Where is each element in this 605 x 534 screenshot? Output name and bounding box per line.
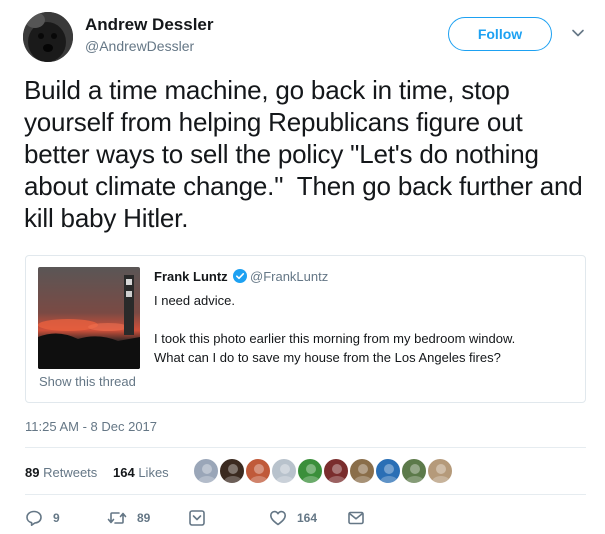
liker-avatar[interactable]: [245, 458, 271, 484]
liker-avatar[interactable]: [427, 458, 453, 484]
like-count: 164: [297, 511, 318, 525]
retweet-icon: [107, 512, 127, 524]
reply-icon: [26, 510, 42, 526]
direct-message-button[interactable]: [347, 507, 365, 529]
divider: [25, 447, 586, 448]
retweet-button[interactable]: 89: [107, 507, 150, 529]
follow-button[interactable]: Follow: [448, 17, 552, 51]
heart-icon: [270, 510, 286, 526]
quoted-photo[interactable]: [38, 267, 140, 369]
retweets-label: Retweets: [43, 465, 98, 480]
quoted-author-handle[interactable]: @FrankLuntz: [250, 269, 328, 284]
envelope-icon: [348, 511, 364, 525]
verified-badge-icon: [233, 269, 247, 283]
author-avatar[interactable]: [23, 12, 73, 62]
liker-avatar[interactable]: [193, 458, 219, 484]
author-handle[interactable]: @AndrewDessler: [85, 38, 194, 54]
divider: [25, 494, 586, 495]
likes-label: Likes: [138, 465, 169, 480]
liker-avatar[interactable]: [349, 458, 375, 484]
liker-avatar[interactable]: [271, 458, 297, 484]
retweets-count: 89: [25, 465, 40, 480]
tweet-actions: 9 89 164: [25, 507, 586, 531]
liker-avatar[interactable]: [219, 458, 245, 484]
show-thread-link[interactable]: Show this thread: [39, 374, 136, 389]
chevron-down-icon[interactable]: [571, 26, 585, 40]
liker-avatar[interactable]: [401, 458, 427, 484]
quoted-tweet[interactable]: Frank Luntz @FrankLuntz I need advice. I…: [25, 255, 586, 403]
tweet-header: Andrew Dessler @AndrewDessler Follow: [23, 12, 585, 62]
likes-stat[interactable]: 164 Likes: [113, 465, 169, 480]
retweets-stat[interactable]: 89 Retweets: [25, 465, 97, 480]
chevron-down-icon: [189, 510, 205, 526]
tweet-timestamp[interactable]: 11:25 AM - 8 Dec 2017: [25, 419, 157, 434]
author-name[interactable]: Andrew Dessler: [85, 15, 214, 35]
share-via-dm-button[interactable]: [188, 507, 206, 529]
reply-button[interactable]: 9: [25, 507, 60, 529]
reply-count: 9: [53, 511, 60, 525]
tweet-text: Build a time machine, go back in time, s…: [24, 75, 590, 233]
liker-avatar[interactable]: [297, 458, 323, 484]
liker-avatar[interactable]: [375, 458, 401, 484]
liker-avatar[interactable]: [323, 458, 349, 484]
like-button[interactable]: 164: [269, 507, 317, 529]
retweet-count: 89: [137, 511, 151, 525]
likes-count: 164: [113, 465, 135, 480]
quoted-author-name[interactable]: Frank Luntz: [154, 269, 228, 284]
quoted-tweet-text: I need advice. I took this photo earlier…: [154, 293, 516, 365]
